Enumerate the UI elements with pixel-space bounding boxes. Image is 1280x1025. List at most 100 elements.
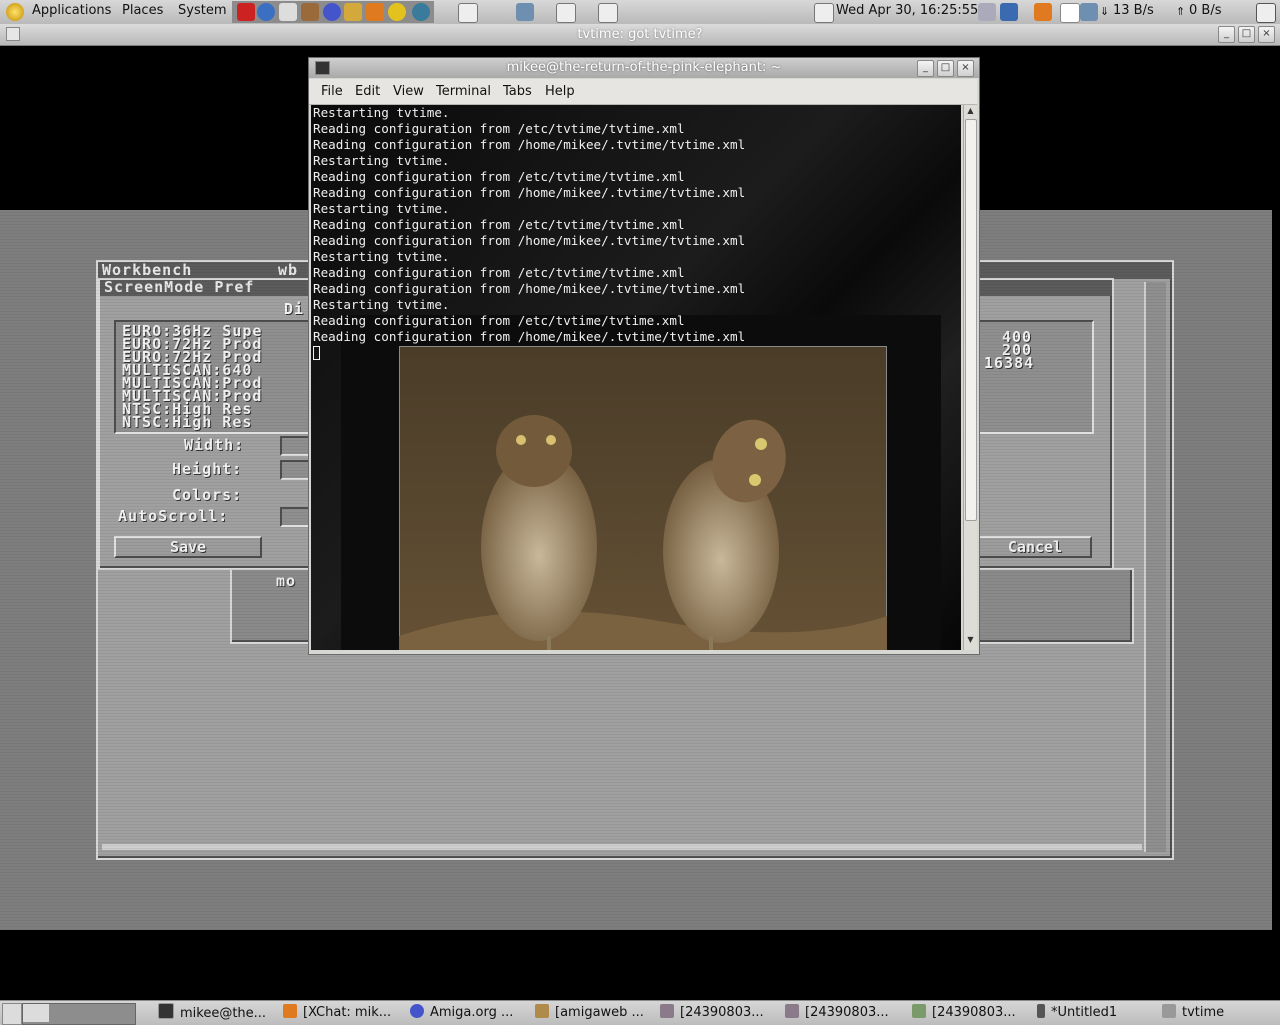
clock[interactable]: Wed Apr 30, 16:25:55 bbox=[836, 3, 978, 18]
tray-icon-1[interactable] bbox=[978, 3, 996, 21]
terminal-titlebar[interactable]: mikee@the-return-of-the-pink-elephant: ~… bbox=[309, 58, 979, 78]
applications-menu[interactable]: Applications bbox=[32, 3, 111, 18]
save-button[interactable]: Save bbox=[114, 536, 262, 558]
terminal-line: Restarting tvtime. bbox=[313, 105, 450, 120]
launcher-mail-icon[interactable] bbox=[279, 3, 297, 21]
taskbar-item[interactable]: [24390803... bbox=[660, 1003, 764, 1023]
height-label: Height: bbox=[172, 460, 243, 478]
image-icon bbox=[912, 1004, 926, 1018]
workbench-scrollbar[interactable] bbox=[1144, 282, 1166, 852]
cancel-button[interactable]: Cancel bbox=[978, 536, 1092, 558]
terminal-text[interactable]: Restarting tvtime. Reading configuration … bbox=[313, 105, 745, 360]
taskbar-item-label: Amiga.org ... bbox=[430, 1005, 514, 1020]
top-panel: Applications Places System Wed Apr 30, 1… bbox=[0, 0, 1280, 25]
terminal-line: Restarting tvtime. bbox=[313, 249, 450, 264]
launcher-web-icon[interactable] bbox=[257, 3, 275, 21]
home-folder-icon[interactable] bbox=[814, 3, 834, 23]
launcher-terminal-icon[interactable] bbox=[237, 3, 255, 21]
gnome-foot-icon[interactable] bbox=[6, 3, 24, 21]
terminal-line: Reading configuration from /home/mikee/.… bbox=[313, 281, 746, 296]
right-value: 16384 bbox=[984, 354, 1035, 372]
taskbar-item[interactable]: mikee@the... bbox=[158, 1003, 266, 1023]
places-menu[interactable]: Places bbox=[122, 3, 163, 18]
net-up-arrow-icon: ⇑ bbox=[1176, 5, 1186, 18]
scroll-down-arrow-icon[interactable]: ▼ bbox=[965, 635, 976, 646]
taskbar-item[interactable]: Amiga.org ... bbox=[410, 1003, 513, 1023]
tray-monitor-icon[interactable] bbox=[1000, 3, 1018, 21]
minimize-button[interactable]: _ bbox=[1218, 26, 1235, 43]
terminal-line: Reading configuration from /home/mikee/.… bbox=[313, 185, 746, 200]
mode-list-item[interactable]: NTSC:High Res bbox=[122, 400, 252, 418]
maximize-button[interactable]: □ bbox=[1238, 26, 1255, 43]
terminal-line: Reading configuration from /etc/tvtime/t… bbox=[313, 313, 685, 328]
terminal-title: mikee@the-return-of-the-pink-elephant: ~ bbox=[506, 60, 782, 75]
show-desktop-icon[interactable] bbox=[1256, 3, 1276, 23]
taskbar-item-label: [24390803... bbox=[805, 1005, 889, 1020]
terminal-output[interactable]: Restarting tvtime. Reading configuration … bbox=[311, 105, 961, 650]
taskbar-item-label: [XChat: mik... bbox=[303, 1005, 392, 1020]
browser-icon bbox=[410, 1004, 424, 1018]
taskbar-item[interactable]: [amigaweb ... bbox=[535, 1003, 644, 1023]
system-menu[interactable]: System bbox=[178, 3, 226, 18]
menu-tabs[interactable]: Tabs bbox=[503, 84, 532, 99]
taskbar-item[interactable]: [24390803... bbox=[912, 1003, 1016, 1023]
autoscroll-checkbox[interactable] bbox=[280, 507, 310, 527]
terminal-maximize-button[interactable]: □ bbox=[937, 60, 954, 77]
terminal-line: Reading configuration from /etc/tvtime/t… bbox=[313, 121, 685, 136]
terminal-scrollbar[interactable]: ▲ ▼ bbox=[963, 105, 977, 650]
wb-tab-label[interactable]: wb bbox=[278, 261, 298, 279]
taskbar-item[interactable]: *Untitled1 bbox=[1037, 1003, 1117, 1023]
launcher-smiley-icon[interactable] bbox=[388, 3, 406, 21]
launcher-xchat-icon[interactable] bbox=[366, 3, 384, 21]
window-icon[interactable] bbox=[458, 3, 478, 23]
taskbar-item[interactable]: [XChat: mik... bbox=[283, 1003, 391, 1023]
taskbar-item-label: mikee@the... bbox=[180, 1006, 267, 1021]
mode-list-item[interactable]: EURO:72Hz Prod bbox=[122, 335, 262, 353]
mode-list-item[interactable]: EURO:36Hz Supe bbox=[122, 322, 262, 340]
mode-list-item[interactable]: NTSC:High Res bbox=[122, 413, 252, 431]
terminal-window[interactable]: mikee@the-return-of-the-pink-elephant: ~… bbox=[308, 57, 980, 655]
taskbar-item[interactable]: tvtime bbox=[1162, 1003, 1224, 1023]
file-icon bbox=[535, 1004, 549, 1018]
tray-xchat-icon[interactable] bbox=[1034, 3, 1052, 21]
launcher-gimp-icon[interactable] bbox=[301, 3, 319, 21]
terminal-line: Restarting tvtime. bbox=[313, 153, 450, 168]
show-desktop-button[interactable] bbox=[2, 1003, 22, 1025]
mode-list-item[interactable]: MULTISCAN:640 bbox=[122, 361, 252, 379]
edit-icon[interactable] bbox=[556, 3, 576, 23]
tv-icon bbox=[1162, 1004, 1176, 1018]
tvtime-titlebar[interactable]: tvtime: got tvtime? _ □ × bbox=[0, 24, 1280, 46]
terminal-close-button[interactable]: × bbox=[957, 60, 974, 77]
terminal-line: Restarting tvtime. bbox=[313, 297, 450, 312]
launcher-browser-icon[interactable] bbox=[323, 3, 341, 21]
menu-help[interactable]: Help bbox=[545, 84, 575, 99]
mode-list-item[interactable]: MULTISCAN:Prod bbox=[122, 387, 262, 405]
workspace-1[interactable] bbox=[23, 1004, 49, 1022]
menu-edit[interactable]: Edit bbox=[355, 84, 380, 99]
screenmode-title: ScreenMode Pref bbox=[104, 278, 255, 296]
terminal-line: Reading configuration from /etc/tvtime/t… bbox=[313, 169, 685, 184]
launcher-people-icon[interactable] bbox=[344, 3, 362, 21]
menu-file[interactable]: File bbox=[321, 84, 343, 99]
tray-note-icon[interactable] bbox=[1060, 3, 1080, 23]
mo-text: mo bbox=[276, 572, 297, 590]
terminal-line: Reading configuration from /home/mikee/.… bbox=[313, 137, 746, 152]
scroll-up-arrow-icon[interactable]: ▲ bbox=[965, 106, 976, 117]
network-icon[interactable] bbox=[516, 3, 534, 21]
terminal-line: Reading configuration from /home/mikee/.… bbox=[313, 329, 746, 344]
terminal-line: Reading configuration from /home/mikee/.… bbox=[313, 233, 746, 248]
terminal-cursor bbox=[313, 346, 320, 360]
close-button[interactable]: × bbox=[1258, 26, 1275, 43]
workbench-hscroll[interactable] bbox=[102, 844, 1142, 850]
menu-terminal[interactable]: Terminal bbox=[436, 84, 491, 99]
home-icon[interactable] bbox=[598, 3, 618, 23]
terminal-line: Reading configuration from /etc/tvtime/t… bbox=[313, 265, 685, 280]
taskbar-item[interactable]: [24390803... bbox=[785, 1003, 889, 1023]
scroll-thumb[interactable] bbox=[965, 119, 977, 521]
launcher-globe-icon[interactable] bbox=[412, 3, 430, 21]
tray-windows-icon[interactable] bbox=[1080, 3, 1098, 21]
terminal-minimize-button[interactable]: _ bbox=[917, 60, 934, 77]
menu-view[interactable]: View bbox=[393, 84, 424, 99]
mode-list-item[interactable]: EURO:72Hz Prod bbox=[122, 348, 262, 366]
mode-list-item[interactable]: MULTISCAN:Prod bbox=[122, 374, 262, 392]
